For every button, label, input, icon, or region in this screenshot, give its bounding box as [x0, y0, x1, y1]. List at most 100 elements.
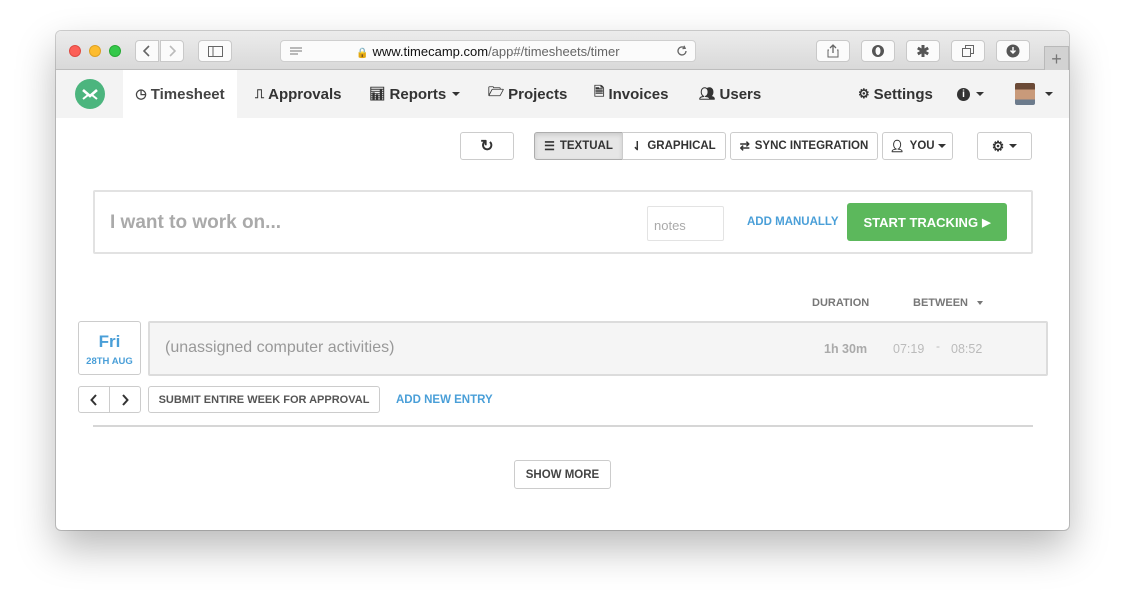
entry-title[interactable]: (unassigned computer activities) — [165, 339, 394, 357]
sync-label: SYNC INTEGRATION — [754, 140, 869, 152]
folder-icon: 🗁 — [488, 84, 505, 99]
nav-user-menu[interactable] — [1015, 70, 1053, 118]
browser-back-button[interactable] — [135, 40, 159, 62]
day-label: Fri 28TH AUG — [78, 321, 141, 375]
address-bar[interactable]: 🔒 www.timecamp.com/app#/timesheets/timer — [280, 40, 696, 62]
refresh-button[interactable]: ↻ — [460, 132, 514, 160]
entry-start-time[interactable]: 07:19 — [893, 342, 924, 356]
timecamp-logo[interactable] — [75, 79, 105, 109]
task-input[interactable]: I want to work on... — [110, 212, 281, 234]
chevron-down-icon — [976, 92, 984, 96]
add-new-entry-link[interactable]: ADD NEW ENTRY — [396, 394, 493, 406]
chevron-down-icon — [1009, 144, 1018, 148]
info-icon: i — [957, 87, 970, 101]
start-tracking-button[interactable]: START TRACKING ▶ — [847, 203, 1007, 241]
show-more-button[interactable]: SHOW MORE — [514, 460, 611, 489]
tabs-overview-button[interactable] — [951, 40, 985, 62]
play-icon: ▶ — [982, 216, 991, 229]
browser-window: 🔒 www.timecamp.com/app#/timesheets/timer… — [56, 31, 1069, 530]
entry-duration[interactable]: 1h 30m — [824, 342, 867, 356]
extension-button-2[interactable] — [906, 40, 940, 62]
nav-approvals[interactable]: ⎍ Approvals — [255, 70, 341, 118]
file-icon: 🗎 — [594, 84, 605, 99]
nav-approvals-label: Approvals — [268, 85, 342, 103]
new-tab-button[interactable]: + — [1044, 46, 1069, 71]
nav-reports-label: Reports — [389, 85, 447, 103]
start-tracking-label: START TRACKING — [863, 214, 979, 230]
sync-integration-button[interactable]: ⇄ SYNC INTEGRATION — [730, 132, 878, 160]
previous-week-button[interactable] — [78, 386, 110, 413]
between-label: BETWEEN — [913, 297, 968, 309]
nav-timesheet[interactable]: ◷ Timesheet — [123, 70, 237, 118]
day-date: 28TH AUG — [86, 356, 133, 367]
nav-users[interactable]: 👥︎ Users — [699, 70, 761, 118]
sort-down-icon — [977, 301, 984, 306]
lock-icon: 🔒 — [356, 48, 369, 59]
sort-icon: ⇃ — [632, 139, 643, 153]
between-column-header[interactable]: BETWEEN — [913, 297, 984, 309]
divider — [93, 425, 1033, 427]
share-icon — [827, 44, 839, 58]
chevron-right-icon — [169, 45, 176, 57]
bar-chart-icon: 📊︎ — [369, 86, 386, 101]
list-icon: ☰ — [544, 139, 555, 153]
nav-invoices[interactable]: 🗎 Invoices — [594, 70, 668, 118]
browser-forward-button[interactable] — [160, 40, 184, 62]
share-button[interactable] — [816, 40, 850, 62]
browser-toolbar: 🔒 www.timecamp.com/app#/timesheets/timer… — [56, 31, 1069, 71]
tabs-icon — [962, 45, 974, 57]
graphical-label: GRAPHICAL — [647, 140, 716, 152]
nav-projects[interactable]: 🗁 Projects — [488, 70, 567, 118]
url-path: /app#/timesheets/timer — [488, 44, 620, 59]
refresh-icon: ↻ — [480, 138, 494, 155]
plus-icon: + — [1051, 48, 1062, 69]
zoom-window-button[interactable] — [109, 45, 121, 57]
download-icon — [1006, 44, 1020, 58]
nav-info-menu[interactable]: i — [957, 70, 984, 118]
submit-week-button[interactable]: SUBMIT ENTIRE WEEK FOR APPROVAL — [148, 386, 380, 413]
nav-users-label: Users — [719, 85, 762, 103]
close-window-button[interactable] — [69, 45, 81, 57]
time-tracker-form: I want to work on... notes ADD MANUALLY … — [93, 190, 1033, 254]
entry-time-separator: - — [936, 339, 940, 353]
graphical-view-button[interactable]: ⇃ GRAPHICAL — [622, 132, 726, 160]
nav-settings[interactable]: ⚙ Settings — [858, 70, 933, 118]
nav-timesheet-label: Timesheet — [150, 85, 225, 103]
entry-end-time[interactable]: 08:52 — [951, 342, 982, 356]
avatar — [1015, 83, 1035, 105]
extension-button-1[interactable] — [861, 40, 895, 62]
users-icon: 👥︎ — [699, 86, 716, 101]
duration-column-header: DURATION — [812, 297, 870, 309]
url-host: www.timecamp.com — [372, 44, 489, 59]
clock-icon: ◷ — [135, 86, 147, 101]
sidebar-icon — [207, 45, 223, 57]
downloads-button[interactable] — [996, 40, 1030, 62]
notes-placeholder: notes — [654, 218, 686, 233]
gear-icon: ⚙ — [991, 137, 1005, 154]
notes-input[interactable]: notes — [647, 206, 724, 241]
reload-icon[interactable] — [676, 45, 688, 57]
textual-view-button[interactable]: ☰ TEXTUAL — [534, 132, 623, 160]
logo-icon — [82, 89, 98, 100]
time-entry-row[interactable]: (unassigned computer activities) 1h 30m … — [148, 321, 1048, 376]
shield-icon — [872, 45, 884, 57]
user-filter-dropdown[interactable]: 👤︎ YOU — [882, 132, 953, 160]
day-weekday: Fri — [98, 332, 121, 351]
minimize-window-button[interactable] — [89, 45, 101, 57]
add-manually-link[interactable]: ADD MANUALLY — [747, 216, 839, 228]
nav-projects-label: Projects — [508, 85, 568, 103]
gear-icon: ⚙ — [858, 86, 870, 101]
url-text: 🔒 www.timecamp.com/app#/timesheets/timer — [281, 44, 695, 59]
sidebar-toggle-button[interactable] — [198, 40, 232, 62]
nav-reports[interactable]: 📊︎ Reports — [369, 70, 461, 118]
main-navbar: ◷ Timesheet ⎍ Approvals 📊︎ Reports 🗁 Project… — [56, 70, 1069, 118]
you-label: YOU — [909, 140, 935, 152]
chevron-down-icon — [452, 92, 461, 96]
nav-invoices-label: Invoices — [608, 85, 669, 103]
next-week-button[interactable] — [109, 386, 141, 413]
view-settings-dropdown[interactable]: ⚙ — [977, 132, 1032, 160]
exchange-icon: ⇄ — [739, 139, 750, 153]
asterisk-icon — [917, 45, 929, 57]
chevron-left-icon — [143, 45, 150, 57]
chevron-down-icon — [937, 144, 946, 148]
